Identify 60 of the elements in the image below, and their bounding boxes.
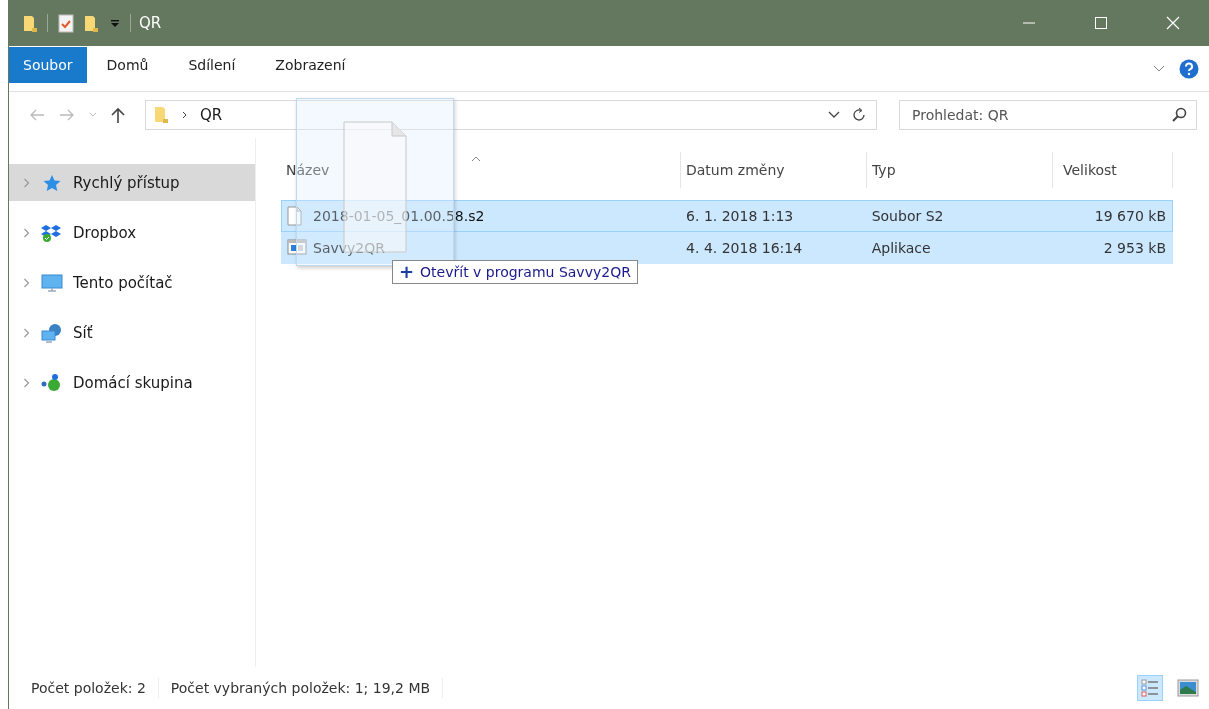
- chevron-right-icon[interactable]: [23, 377, 31, 388]
- chevron-down-icon[interactable]: [828, 111, 840, 119]
- ribbon-tab[interactable]: Sdílení: [168, 46, 256, 83]
- plus-icon: +: [399, 263, 415, 281]
- application-icon: [287, 238, 307, 258]
- close-icon: [1166, 16, 1180, 30]
- search-icon: [1171, 107, 1187, 123]
- column-header[interactable]: Datum změny: [681, 152, 867, 188]
- sidebar-item[interactable]: Tento počítač: [9, 264, 255, 301]
- tiles-view-icon: [1177, 677, 1199, 699]
- column-header[interactable]: Velikost: [1053, 152, 1173, 188]
- column-header[interactable]: Název: [281, 152, 681, 188]
- table-cell: 6. 1. 2018 1:13: [686, 208, 794, 224]
- homegroup-icon: [41, 372, 63, 393]
- ribbon-tab[interactable]: Soubor: [9, 46, 87, 83]
- chevron-right-icon[interactable]: [23, 327, 31, 338]
- folder-icon[interactable]: [84, 13, 100, 33]
- sidebar-item[interactable]: Rychlý přístup: [9, 164, 255, 201]
- refresh-icon[interactable]: [852, 107, 866, 123]
- chevron-right-icon[interactable]: [23, 277, 31, 288]
- file-row[interactable]: Savvy2QR 4. 4. 2018 16:14 Aplikace 2 953 kB: [281, 232, 1173, 264]
- back-arrow-icon[interactable]: [29, 108, 45, 122]
- table-cell: Soubor S2: [871, 208, 944, 224]
- sidebar-item[interactable]: Dropbox: [9, 214, 255, 251]
- checklist-icon[interactable]: [58, 13, 74, 33]
- sidebar-item[interactable]: Síť: [9, 314, 255, 351]
- window-title: QR: [139, 14, 162, 32]
- table-cell: 19 670 kB: [1094, 208, 1166, 224]
- folder-icon[interactable]: [23, 13, 37, 33]
- file-row[interactable]: 2018-01-05_01.00.58.s2 6. 1. 2018 1:13 Soubor S2 19 670 kB: [281, 200, 1173, 232]
- table-cell: Aplikace: [871, 240, 931, 256]
- dropbox-icon: [41, 222, 63, 243]
- table-cell: 2 953 kB: [1103, 240, 1166, 256]
- up-arrow-icon[interactable]: [111, 107, 125, 123]
- ribbon-tab[interactable]: Domů: [86, 46, 169, 83]
- maximize-icon: [1095, 17, 1107, 29]
- status-text: Počet položek: 2: [31, 680, 146, 696]
- drag-tooltip: + Otevřít v programu Savvy2QR: [392, 260, 638, 284]
- help-icon[interactable]: [1179, 58, 1199, 79]
- table-cell: 2018-01-05_01.00.58.s2: [313, 208, 485, 224]
- status-text: Počet vybraných položek: 1; 19,2 MB: [170, 680, 431, 696]
- sort-ascending-icon: [471, 156, 481, 162]
- column-header[interactable]: Typ: [867, 152, 1053, 188]
- chevron-right-icon[interactable]: [23, 177, 31, 188]
- ribbon-tab[interactable]: Zobrazení: [255, 46, 366, 83]
- chevron-right-icon: [182, 111, 188, 119]
- table-cell: Savvy2QR: [313, 240, 385, 256]
- breadcrumb-item[interactable]: QR: [200, 106, 223, 124]
- chevron-right-icon[interactable]: [23, 227, 31, 238]
- dropdown-icon[interactable]: [110, 18, 120, 28]
- address-bar[interactable]: QR: [145, 100, 877, 130]
- sidebar-item[interactable]: Domácí skupina: [9, 364, 255, 401]
- search-field[interactable]: Prohledat: QR: [899, 100, 1197, 130]
- details-view-icon: [1139, 677, 1161, 699]
- folder-icon: [154, 105, 170, 125]
- table-cell: 4. 4. 2018 16:14: [686, 240, 803, 256]
- forward-arrow-icon[interactable]: [59, 108, 75, 122]
- details-view-button[interactable]: [1137, 675, 1163, 701]
- network-icon: [41, 322, 63, 343]
- monitor-icon: [41, 272, 63, 293]
